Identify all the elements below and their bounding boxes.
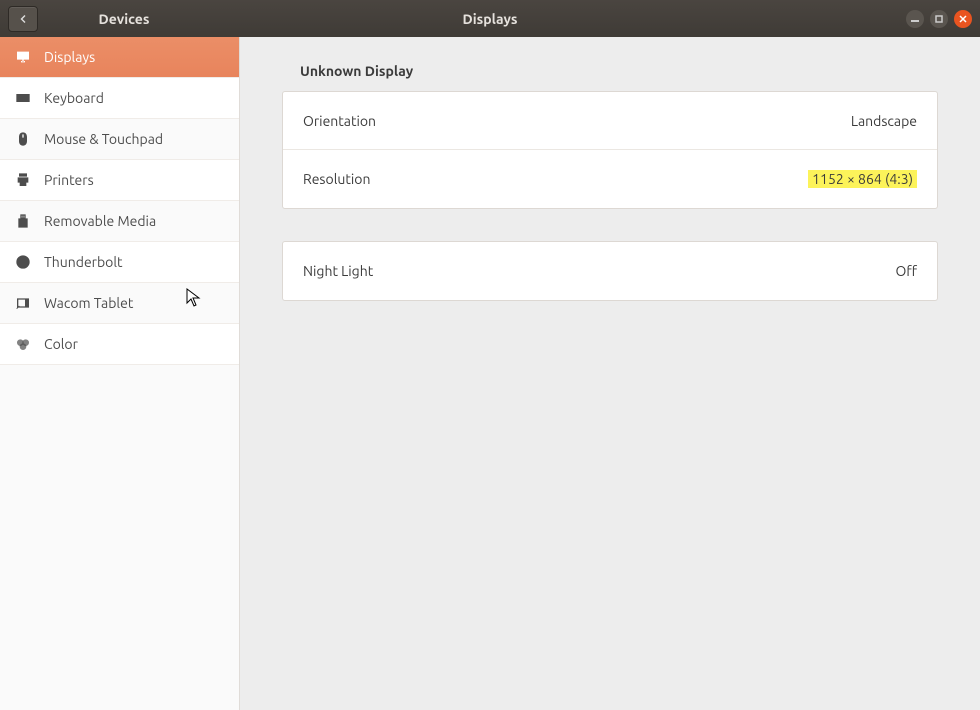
maximize-button[interactable]	[930, 10, 948, 28]
keyboard-icon	[14, 89, 32, 107]
titlebar-left: Devices	[0, 6, 240, 32]
resolution-row[interactable]: Resolution 1152 × 864 (4:3)	[283, 150, 937, 208]
orientation-value: Landscape	[851, 113, 917, 129]
orientation-row[interactable]: Orientation Landscape	[283, 92, 937, 150]
sidebar-item-label: Displays	[44, 49, 95, 65]
sidebar-item-label: Printers	[44, 172, 94, 188]
usb-icon	[14, 212, 32, 230]
sidebar-item-wacom[interactable]: Wacom Tablet	[0, 283, 239, 324]
sidebar-item-label: Mouse & Touchpad	[44, 131, 163, 147]
sidebar-item-label: Wacom Tablet	[44, 295, 133, 311]
night-light-panel: Night Light Off	[282, 241, 938, 301]
sidebar-item-label: Keyboard	[44, 90, 104, 106]
sidebar-item-thunderbolt[interactable]: Thunderbolt	[0, 242, 239, 283]
minimize-button[interactable]	[906, 10, 924, 28]
back-button[interactable]	[8, 6, 38, 32]
sidebar-item-color[interactable]: Color	[0, 324, 239, 365]
section-title: Unknown Display	[300, 63, 938, 79]
printer-icon	[14, 171, 32, 189]
close-button[interactable]	[954, 10, 972, 28]
mouse-icon	[14, 130, 32, 148]
orientation-label: Orientation	[303, 113, 376, 129]
display-icon	[14, 48, 32, 66]
sidebar-item-mouse[interactable]: Mouse & Touchpad	[0, 119, 239, 160]
sidebar-item-removable-media[interactable]: Removable Media	[0, 201, 239, 242]
display-settings-panel: Orientation Landscape Resolution 1152 × …	[282, 91, 938, 209]
chevron-left-icon	[17, 13, 29, 25]
night-light-row[interactable]: Night Light Off	[283, 242, 937, 300]
sidebar-item-label: Thunderbolt	[44, 254, 123, 270]
sidebar-item-printers[interactable]: Printers	[0, 160, 239, 201]
resolution-value: 1152 × 864 (4:3)	[808, 170, 917, 188]
sidebar-item-keyboard[interactable]: Keyboard	[0, 78, 239, 119]
night-light-value: Off	[895, 263, 917, 279]
window-controls	[906, 10, 972, 28]
tablet-icon	[14, 294, 32, 312]
thunderbolt-icon	[14, 253, 32, 271]
window-title: Displays	[462, 11, 517, 27]
sidebar-title: Devices	[38, 11, 210, 27]
content: Displays Keyboard Mouse & Touchpad Print…	[0, 37, 980, 710]
resolution-label: Resolution	[303, 171, 370, 187]
color-icon	[14, 335, 32, 353]
sidebar: Displays Keyboard Mouse & Touchpad Print…	[0, 37, 240, 710]
night-light-label: Night Light	[303, 263, 373, 279]
main-pane: Unknown Display Orientation Landscape Re…	[240, 37, 980, 710]
sidebar-item-label: Color	[44, 336, 78, 352]
sidebar-item-label: Removable Media	[44, 213, 156, 229]
sidebar-item-displays[interactable]: Displays	[0, 37, 239, 78]
titlebar: Devices Displays	[0, 0, 980, 37]
